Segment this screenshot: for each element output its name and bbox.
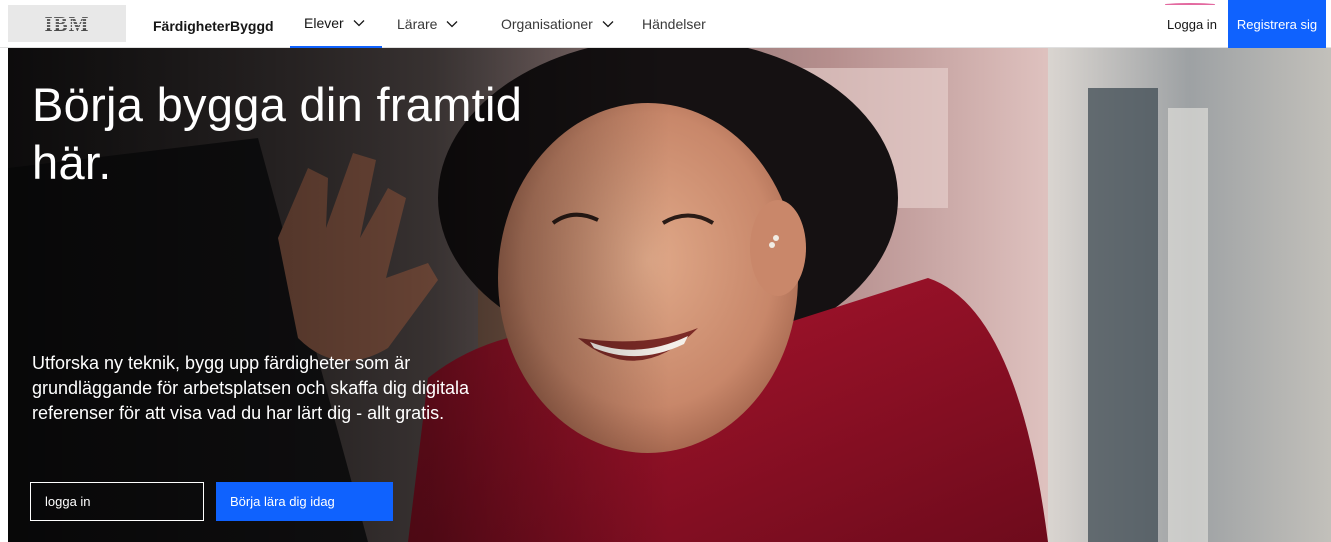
- nav-item-events[interactable]: Händelser: [628, 0, 728, 48]
- start-learning-button[interactable]: Börja lära dig idag: [216, 482, 393, 521]
- hero-lead-text: Utforska ny teknik, bygg upp färdigheter…: [32, 353, 469, 423]
- ibm-logo[interactable]: IBM: [8, 5, 126, 42]
- chevron-down-icon: [353, 19, 365, 27]
- chevron-down-icon: [446, 20, 458, 28]
- ibm-logo-mark: IBM: [40, 12, 94, 36]
- chevron-down-icon: [602, 20, 614, 28]
- hero-headline: Börja bygga din framtid här.: [32, 78, 523, 189]
- nav-item-organizations-label: Organisationer: [501, 16, 593, 32]
- login-field-button[interactable]: logga in: [30, 482, 204, 521]
- hero-section: Börja bygga din framtid här. Utforska ny…: [8, 48, 1331, 542]
- nav-item-teachers-label: Lärare: [397, 16, 438, 32]
- nav-item-students-label: Elever: [304, 15, 344, 31]
- brand-name[interactable]: FärdigheterByggd: [153, 0, 274, 48]
- register-button[interactable]: Registrera sig: [1228, 0, 1326, 48]
- nav-item-events-label: Händelser: [642, 16, 706, 32]
- nav-item-teachers[interactable]: Lärare: [383, 0, 486, 48]
- main-nav: Elever Lärare Organisationer Händelser: [290, 0, 729, 48]
- nav-item-students[interactable]: Elever: [290, 0, 382, 48]
- top-navigation-bar: IBM FärdigheterByggd Elever Lärare Organ…: [0, 0, 1331, 48]
- nav-item-organizations[interactable]: Organisationer: [487, 0, 627, 48]
- login-link[interactable]: Logga in: [1157, 0, 1227, 48]
